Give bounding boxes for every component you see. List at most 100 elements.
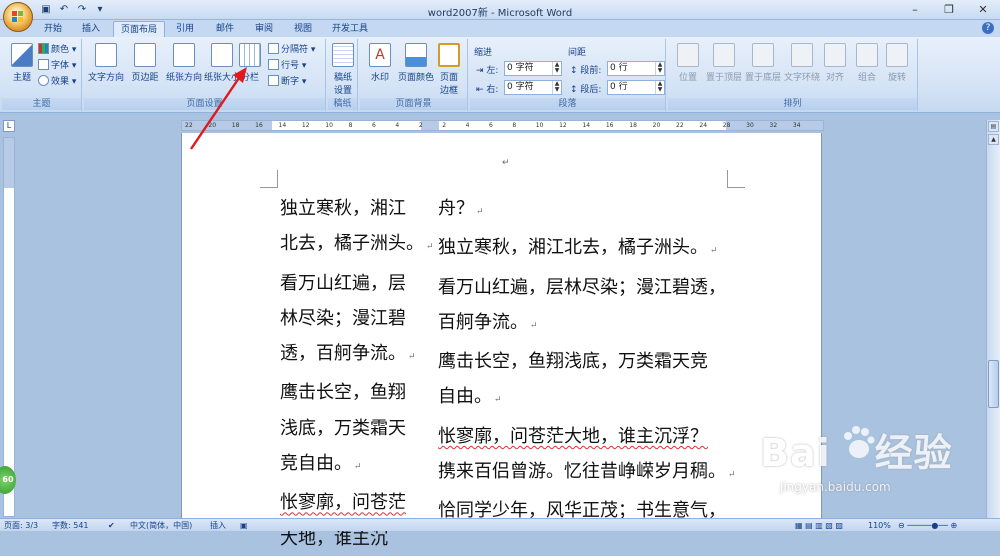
document-page[interactable]: ↵ 独立寒秋，湘江 北去，橘子洲头。 ↵ 看万山红遍，层 林尽染；漫江碧 透，百舸争流。 ↵…	[181, 133, 822, 549]
scroll-up-button[interactable]: ▲	[988, 134, 999, 145]
text-direction-button[interactable]: 文字方向	[86, 43, 126, 83]
right-column-line: 怅寥廓，问苍茫大地，谁主沉浮？	[438, 425, 708, 447]
spacing-before-input[interactable]: 0 行 ▲ ▼	[607, 61, 665, 76]
text-wrap-button[interactable]: 文字环绕	[782, 43, 822, 83]
align-button[interactable]: 对齐	[818, 43, 852, 83]
group-label-background: 页面背景	[360, 98, 467, 110]
effects-icon	[38, 75, 49, 86]
breaks-button[interactable]: 分隔符 ▾	[268, 43, 315, 57]
line-numbers-button[interactable]: 行号 ▾	[268, 59, 306, 73]
orientation-icon	[173, 43, 195, 67]
indent-right-input[interactable]: 0 字符 ▲ ▼	[504, 80, 562, 95]
left-column-line: 透，百舸争流。 ↵	[280, 343, 416, 365]
arrow-shaft	[190, 74, 242, 150]
page-color-button[interactable]: 页面颜色	[396, 43, 436, 83]
paragraph-mark: ↵	[494, 395, 502, 406]
tab-mailings[interactable]: 邮件	[210, 21, 240, 37]
hyphenation-button[interactable]: 断字 ▾	[268, 75, 306, 89]
bring-to-front-icon	[713, 43, 735, 67]
tab-developer[interactable]: 开发工具	[328, 21, 372, 37]
left-column-line: 浅底，万类霜天	[280, 417, 406, 439]
left-column-line: 鹰击长空，鱼翔	[280, 382, 406, 404]
status-words[interactable]: 字数: 541	[52, 520, 89, 531]
ribbon-tabs: 开始 插入 页面布局 引用 邮件 审阅 视图 开发工具	[0, 20, 1000, 37]
tab-insert[interactable]: 插入	[76, 21, 106, 37]
margins-button[interactable]: 页边距	[127, 43, 163, 83]
indent-right-spinner[interactable]: ▲ ▼	[552, 81, 561, 94]
right-column-line: 携来百侣曾游。忆往昔峥嵘岁月稠。 ↵	[438, 461, 736, 483]
right-column-line: 百舸争流。 ↵	[438, 311, 538, 333]
baidu-watermark: Bai 经验 jingyan.baidu.com	[760, 422, 953, 494]
themes-button[interactable]: 主题	[4, 43, 40, 83]
vertical-ruler[interactable]	[3, 137, 15, 517]
help-icon[interactable]: ?	[982, 22, 994, 34]
ruler-number: 6	[488, 122, 493, 129]
group-label-paragraph: 段落	[470, 98, 665, 110]
tab-stop-selector[interactable]: L	[3, 120, 15, 132]
macro-record-icon[interactable]: ▣	[240, 520, 248, 531]
close-button[interactable]: ✕	[966, 0, 1000, 19]
page-borders-button[interactable]: 页面 边框	[434, 43, 464, 96]
page-size-icon	[211, 43, 233, 67]
ruler-number: 2	[418, 122, 423, 129]
indent-left-input[interactable]: 0 字符 ▲ ▼	[504, 61, 562, 76]
group-objects-button[interactable]: 组合	[851, 43, 883, 83]
send-to-back-button[interactable]: 置于底层	[743, 43, 783, 83]
left-column-line: 看万山红遍，层	[280, 272, 406, 294]
ruler-number: 6	[372, 122, 376, 129]
theme-fonts-button[interactable]: 字体 ▾	[38, 59, 76, 73]
tab-references[interactable]: 引用	[170, 21, 200, 37]
spacing-before-label: ↕ 段前:	[570, 66, 602, 76]
ruler-number: 16	[255, 122, 263, 129]
text-column-right[interactable]: 舟？ ↵ 独立寒秋，湘江北去，橘子洲头。 ↵ 看万山红遍，层林尽染；漫江碧透， 百舸争流。…	[438, 191, 748, 529]
status-language[interactable]: 中文(简体，中国)	[130, 520, 192, 531]
vertical-scrollbar[interactable]: ▤ ▲	[986, 120, 1000, 518]
spacing-after-spinner[interactable]: ▲ ▼	[655, 81, 664, 94]
paragraph-mark: ↵	[530, 320, 538, 331]
spell-check-icon[interactable]: ✔	[108, 520, 115, 531]
left-column-line: 怅寥廓，问苍茫	[280, 492, 406, 514]
ruler-number: 14	[582, 122, 591, 129]
ruler-number: 8	[512, 122, 517, 129]
tab-home[interactable]: 开始	[38, 21, 68, 37]
group-page-background: A 水印 页面颜色 页面 边框 页面背景	[360, 39, 468, 111]
window-title: word2007新 - Microsoft Word	[427, 8, 573, 19]
watermark-url: jingyan.baidu.com	[780, 480, 891, 494]
draft-paper-setup-button[interactable]: 稿纸 设置	[325, 43, 361, 96]
text-direction-icon	[95, 43, 117, 67]
group-label-draft: 稿纸	[328, 98, 357, 110]
indent-left-spinner[interactable]: ▲ ▼	[552, 62, 561, 75]
position-button[interactable]: 位置	[670, 43, 706, 83]
tab-view[interactable]: 视图	[288, 21, 318, 37]
ruler-number: 22	[676, 122, 684, 129]
rotate-button[interactable]: 旋转	[882, 43, 912, 83]
scrollbar-thumb[interactable]	[988, 360, 999, 408]
status-insert-mode[interactable]: 插入	[210, 520, 226, 531]
ruler-number: 20	[652, 122, 661, 129]
office-button[interactable]	[3, 2, 33, 32]
zoom-slider[interactable]: ⊖ ─────●── ⊕	[898, 520, 957, 531]
spacing-after-input[interactable]: 0 行 ▲ ▼	[607, 80, 665, 95]
ruler-toggle-icon[interactable]: ▤	[988, 121, 999, 132]
ruler-numbers: 22 20 18 16 14 12 10 8 6 4 2 2 4 6 8 10 12 14 16 18 20 22 24 28…	[182, 121, 823, 130]
text-column-left[interactable]: 独立寒秋，湘江 北去，橘子洲头。 ↵ 看万山红遍，层 林尽染；漫江碧 透，百舸争流。 ↵ 鹰击…	[280, 191, 434, 556]
tab-review[interactable]: 审阅	[249, 21, 279, 37]
status-zoom[interactable]: 110%	[868, 520, 891, 531]
group-paragraph: 缩进 ⇥ 左: 0 字符 ▲ ▼ ⇤ 右: 0 字符 ▲ ▼ 间距 ↕ 段前: 0 行 ▲…	[470, 39, 666, 111]
restore-button[interactable]: ❐	[932, 0, 966, 19]
watermark-button[interactable]: A 水印	[362, 43, 398, 83]
tab-page-layout[interactable]: 页面布局	[113, 21, 165, 37]
view-buttons[interactable]: ▦ ▤ ▥ ▧ ▨	[795, 520, 843, 531]
spacing-before-spinner[interactable]: ▲ ▼	[655, 62, 664, 75]
bring-to-front-button[interactable]: 置于顶层	[704, 43, 744, 83]
horizontal-ruler[interactable]: 22 20 18 16 14 12 10 8 6 4 2 2 4 6 8 10 12 14 16 18 20 22 24 28…	[181, 120, 824, 131]
rotate-icon	[886, 43, 908, 67]
ruler-number: 18	[629, 122, 637, 129]
theme-effects-button[interactable]: 效果 ▾	[38, 75, 76, 89]
theme-colors-button[interactable]: 颜色 ▾	[38, 43, 76, 57]
left-column-line: 林尽染；漫江碧	[280, 307, 406, 329]
status-page[interactable]: 页面: 3/3	[4, 520, 38, 531]
minimize-button[interactable]: –	[898, 0, 932, 19]
group-draft-paper: 稿纸 设置 稿纸	[328, 39, 358, 111]
header-paragraph-mark: ↵	[502, 158, 510, 168]
